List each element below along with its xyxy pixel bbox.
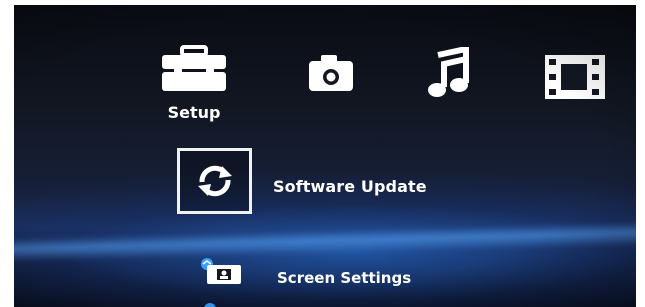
update-arrows-icon [197, 165, 232, 197]
category-photo[interactable] [305, 53, 357, 93]
screen-settings-item-icon[interactable] [197, 256, 247, 290]
software-update-label[interactable]: Software Update [273, 177, 427, 196]
screen-settings-label[interactable]: Screen Settings [277, 269, 411, 287]
next-item-icon [204, 303, 216, 307]
category-video[interactable] [543, 53, 609, 101]
toolbox-icon [162, 45, 226, 91]
camera-icon [309, 55, 353, 91]
tv-screen: Setup Software Update Screen Settings [14, 5, 636, 307]
category-bar: Setup [14, 5, 636, 145]
category-setup[interactable]: Setup [160, 45, 228, 122]
film-icon [545, 55, 605, 99]
screen-settings-icon [201, 258, 241, 284]
glow-band [14, 221, 636, 263]
music-note-icon [428, 47, 469, 97]
software-update-item-icon[interactable] [177, 148, 252, 214]
category-music[interactable] [424, 47, 470, 99]
category-setup-label: Setup [167, 103, 221, 122]
